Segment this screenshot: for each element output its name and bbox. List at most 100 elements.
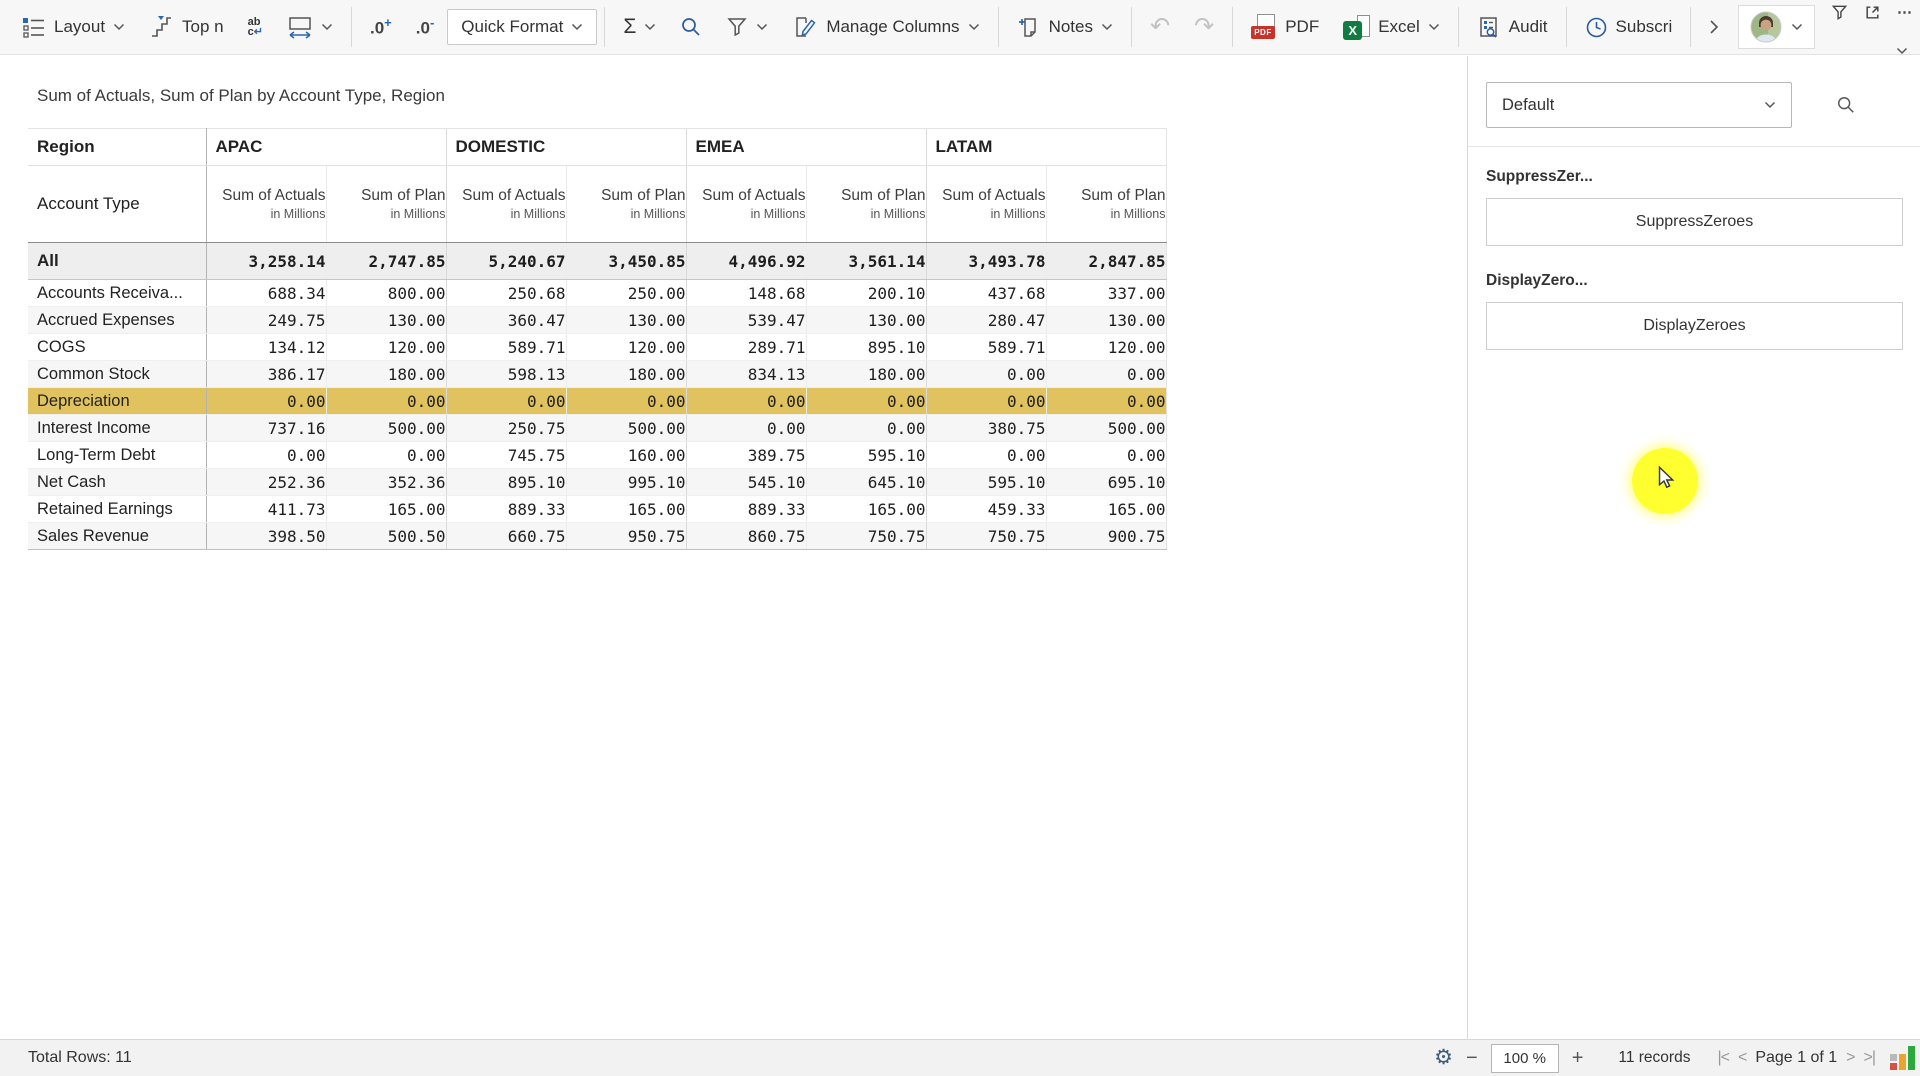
value-cell[interactable]: 0.00 bbox=[1046, 361, 1166, 388]
value-cell[interactable]: 0.00 bbox=[806, 388, 926, 415]
measure-header[interactable]: Sum of Planin Millions bbox=[806, 166, 926, 243]
value-cell[interactable]: 895.10 bbox=[806, 334, 926, 361]
corner-region-label[interactable]: Region bbox=[28, 129, 206, 166]
panel-search-icon[interactable] bbox=[1836, 95, 1856, 115]
export-excel-button[interactable]: X Excel bbox=[1332, 10, 1451, 45]
row-label[interactable]: Net Cash bbox=[28, 469, 206, 496]
value-cell[interactable]: 0.00 bbox=[686, 415, 806, 442]
value-cell[interactable]: 745.75 bbox=[446, 442, 566, 469]
measure-header[interactable]: Sum of Actualsin Millions bbox=[446, 166, 566, 243]
value-cell[interactable]: 148.68 bbox=[686, 280, 806, 307]
row-label[interactable]: Retained Earnings bbox=[28, 496, 206, 523]
value-cell[interactable]: 500.00 bbox=[566, 415, 686, 442]
value-cell[interactable]: 3,493.78 bbox=[926, 243, 1046, 280]
value-cell[interactable]: 660.75 bbox=[446, 523, 566, 550]
zoom-in-button[interactable]: + bbox=[1572, 1047, 1584, 1070]
value-cell[interactable]: 0.00 bbox=[206, 388, 326, 415]
value-cell[interactable]: 180.00 bbox=[806, 361, 926, 388]
value-cell[interactable]: 398.50 bbox=[206, 523, 326, 550]
measure-header[interactable]: Sum of Planin Millions bbox=[326, 166, 446, 243]
value-cell[interactable]: 695.10 bbox=[1046, 469, 1166, 496]
value-cell[interactable]: 0.00 bbox=[806, 415, 926, 442]
value-cell[interactable]: 0.00 bbox=[446, 388, 566, 415]
region-header-apac[interactable]: APAC bbox=[206, 129, 446, 166]
user-menu[interactable] bbox=[1738, 5, 1815, 49]
value-cell[interactable]: 0.00 bbox=[926, 388, 1046, 415]
value-cell[interactable]: 130.00 bbox=[1046, 307, 1166, 334]
measure-header[interactable]: Sum of Actualsin Millions bbox=[206, 166, 326, 243]
value-cell[interactable]: 360.47 bbox=[446, 307, 566, 334]
next-page-button[interactable]: > bbox=[1846, 1049, 1854, 1067]
value-cell[interactable]: 4,496.92 bbox=[686, 243, 806, 280]
value-cell[interactable]: 598.13 bbox=[446, 361, 566, 388]
remove-decimal-button[interactable]: .0- bbox=[405, 10, 446, 44]
region-header-latam[interactable]: LATAM bbox=[926, 129, 1166, 166]
zoom-level-input[interactable]: 100 % bbox=[1491, 1044, 1559, 1073]
more-options-icon[interactable]: ⋯ bbox=[1897, 3, 1912, 21]
value-cell[interactable]: 130.00 bbox=[326, 307, 446, 334]
value-cell[interactable]: 165.00 bbox=[806, 496, 926, 523]
value-cell[interactable]: 134.12 bbox=[206, 334, 326, 361]
value-cell[interactable]: 3,450.85 bbox=[566, 243, 686, 280]
value-cell[interactable]: 165.00 bbox=[326, 496, 446, 523]
value-cell[interactable]: 289.71 bbox=[686, 334, 806, 361]
filter-small-icon[interactable] bbox=[1831, 4, 1848, 21]
first-page-button[interactable]: |< bbox=[1717, 1049, 1729, 1067]
filter-button[interactable] bbox=[715, 11, 779, 43]
expand-icon[interactable] bbox=[1864, 4, 1881, 21]
suppress-zeroes-button[interactable]: SuppressZeroes bbox=[1486, 198, 1903, 246]
value-cell[interactable]: 539.47 bbox=[686, 307, 806, 334]
corner-account-type-label[interactable]: Account Type bbox=[28, 166, 206, 243]
value-cell[interactable]: 0.00 bbox=[566, 388, 686, 415]
value-cell[interactable]: 389.75 bbox=[686, 442, 806, 469]
value-cell[interactable]: 180.00 bbox=[326, 361, 446, 388]
value-cell[interactable]: 0.00 bbox=[1046, 388, 1166, 415]
last-page-button[interactable]: >| bbox=[1864, 1049, 1876, 1067]
value-cell[interactable]: 834.13 bbox=[686, 361, 806, 388]
value-cell[interactable]: 3,258.14 bbox=[206, 243, 326, 280]
value-cell[interactable]: 250.75 bbox=[446, 415, 566, 442]
value-cell[interactable]: 737.16 bbox=[206, 415, 326, 442]
add-decimal-button[interactable]: .0+ bbox=[359, 10, 403, 44]
row-label[interactable]: Depreciation bbox=[28, 388, 206, 415]
value-cell[interactable]: 595.10 bbox=[926, 469, 1046, 496]
value-cell[interactable]: 200.10 bbox=[806, 280, 926, 307]
value-cell[interactable]: 130.00 bbox=[806, 307, 926, 334]
row-label[interactable]: Interest Income bbox=[28, 415, 206, 442]
value-cell[interactable]: 860.75 bbox=[686, 523, 806, 550]
measure-header[interactable]: Sum of Planin Millions bbox=[1046, 166, 1166, 243]
subscribe-button[interactable]: Subscri bbox=[1574, 11, 1684, 44]
value-cell[interactable]: 120.00 bbox=[566, 334, 686, 361]
value-cell[interactable]: 280.47 bbox=[926, 307, 1046, 334]
measure-header[interactable]: Sum of Actualsin Millions bbox=[686, 166, 806, 243]
value-cell[interactable]: 165.00 bbox=[1046, 496, 1166, 523]
value-cell[interactable]: 337.00 bbox=[1046, 280, 1166, 307]
row-label[interactable]: Accounts Receiva... bbox=[28, 280, 206, 307]
value-cell[interactable]: 120.00 bbox=[326, 334, 446, 361]
row-label[interactable]: Common Stock bbox=[28, 361, 206, 388]
value-cell[interactable]: 889.33 bbox=[446, 496, 566, 523]
value-cell[interactable]: 380.75 bbox=[926, 415, 1046, 442]
preset-dropdown[interactable]: Default bbox=[1486, 82, 1792, 128]
value-cell[interactable]: 120.00 bbox=[1046, 334, 1166, 361]
value-cell[interactable]: 250.00 bbox=[566, 280, 686, 307]
region-header-domestic[interactable]: DOMESTIC bbox=[446, 129, 686, 166]
value-cell[interactable]: 500.00 bbox=[326, 415, 446, 442]
value-cell[interactable]: 645.10 bbox=[806, 469, 926, 496]
row-label[interactable]: All bbox=[28, 243, 206, 280]
value-cell[interactable]: 500.00 bbox=[1046, 415, 1166, 442]
notes-button[interactable]: Notes bbox=[1006, 10, 1124, 44]
value-cell[interactable]: 411.73 bbox=[206, 496, 326, 523]
value-cell[interactable]: 500.50 bbox=[326, 523, 446, 550]
layout-button[interactable]: Layout bbox=[10, 10, 136, 44]
value-cell[interactable]: 386.17 bbox=[206, 361, 326, 388]
row-label[interactable]: COGS bbox=[28, 334, 206, 361]
value-cell[interactable]: 5,240.67 bbox=[446, 243, 566, 280]
gear-icon[interactable]: ⚙ bbox=[1434, 1048, 1453, 1068]
search-button[interactable] bbox=[669, 11, 713, 43]
value-cell[interactable]: 688.34 bbox=[206, 280, 326, 307]
display-zeroes-button[interactable]: DisplayZeroes bbox=[1486, 302, 1903, 350]
column-width-button[interactable] bbox=[276, 10, 344, 44]
row-label[interactable]: Accrued Expenses bbox=[28, 307, 206, 334]
value-cell[interactable]: 250.68 bbox=[446, 280, 566, 307]
